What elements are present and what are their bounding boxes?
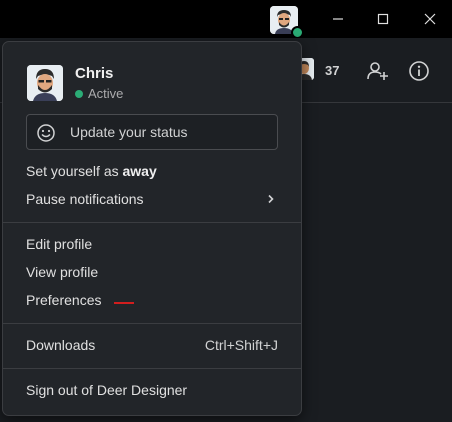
preferences-item[interactable]: Preferences bbox=[3, 288, 301, 314]
user-name: Chris bbox=[75, 65, 114, 82]
divider bbox=[3, 323, 301, 324]
presence-active-icon bbox=[75, 90, 83, 98]
user-status: Active bbox=[88, 86, 124, 101]
update-status-input[interactable]: Update your status bbox=[26, 114, 278, 150]
downloads-shortcut: Ctrl+Shift+J bbox=[204, 337, 278, 353]
avatar bbox=[27, 65, 63, 101]
sign-out-label: Sign out of Deer Designer bbox=[26, 382, 188, 398]
add-user-icon[interactable] bbox=[366, 59, 390, 83]
close-icon[interactable] bbox=[416, 6, 444, 32]
set-away-item[interactable]: Set yourself as away bbox=[3, 159, 301, 185]
user-menu: Chris Active Update your status Set your… bbox=[2, 41, 302, 416]
downloads-item[interactable]: Downloads Ctrl+Shift+J bbox=[3, 333, 301, 359]
edit-profile-item[interactable]: Edit profile bbox=[3, 232, 301, 258]
preferences-label: Preferences bbox=[26, 292, 102, 308]
set-away-prefix: Set yourself as bbox=[26, 163, 123, 179]
set-away-emphasis: away bbox=[122, 163, 157, 179]
member-count[interactable]: 37 bbox=[325, 63, 339, 78]
minimize-icon[interactable] bbox=[324, 6, 352, 32]
chevron-right-icon bbox=[268, 194, 274, 204]
pause-notifications-item[interactable]: Pause notifications bbox=[3, 187, 301, 213]
divider bbox=[3, 222, 301, 223]
title-bar bbox=[0, 0, 452, 39]
sign-out-item[interactable]: Sign out of Deer Designer bbox=[3, 378, 301, 404]
downloads-label: Downloads bbox=[26, 337, 96, 353]
info-icon[interactable] bbox=[407, 59, 431, 83]
status-placeholder: Update your status bbox=[70, 124, 188, 140]
edit-profile-label: Edit profile bbox=[26, 236, 93, 252]
view-profile-label: View profile bbox=[26, 264, 99, 280]
annotation-mark bbox=[114, 302, 134, 304]
pause-notifications-label: Pause notifications bbox=[26, 191, 144, 207]
view-profile-item[interactable]: View profile bbox=[3, 260, 301, 286]
maximize-icon[interactable] bbox=[369, 6, 397, 32]
smiley-icon bbox=[37, 124, 55, 142]
divider bbox=[3, 368, 301, 369]
